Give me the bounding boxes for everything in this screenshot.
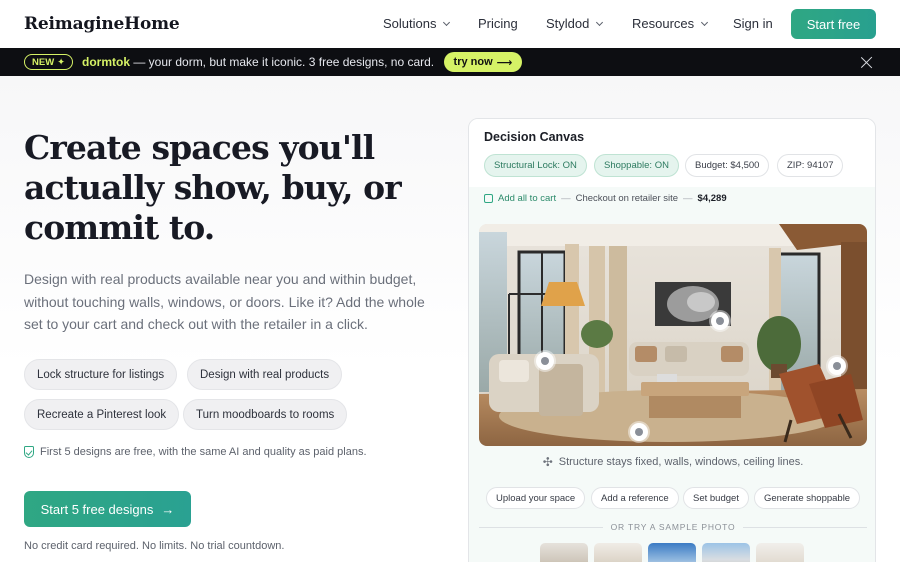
room-render-image[interactable]	[479, 224, 867, 446]
hero-headline: Create spaces you'll actually show, buy,…	[24, 128, 402, 247]
cta-label: Start 5 free designs	[40, 501, 154, 517]
separator: —	[683, 193, 693, 204]
cart-row: Add all to cart — Checkout on retailer s…	[484, 193, 727, 204]
pill-lock-structure[interactable]: Lock structure for listings	[24, 359, 178, 390]
close-icon[interactable]	[860, 56, 873, 69]
divider-line	[479, 526, 603, 528]
chip-budget[interactable]: Budget: $4,500	[685, 154, 770, 177]
start-free-designs-button[interactable]: Start 5 free designs →	[24, 491, 191, 527]
new-badge-label: NEW	[32, 56, 55, 68]
sample-photo-divider: OR TRY A SAMPLE PHOTO	[479, 521, 868, 533]
nav-resources[interactable]: Resources	[632, 16, 709, 31]
banner-message: dormtok — your dorm, but make it iconic.…	[82, 55, 434, 69]
banner-text: — your dorm, but make it iconic. 3 free …	[130, 55, 435, 69]
living-room-illustration	[479, 224, 867, 446]
banner-brand: dormtok	[82, 55, 130, 69]
chip-structural-lock[interactable]: Structural Lock: ON	[484, 154, 587, 177]
cart-total: $4,289	[697, 193, 727, 204]
start-free-button[interactable]: Start free	[791, 9, 876, 39]
no-credit-card-note: No credit card required. No limits. No t…	[24, 540, 285, 552]
chevron-down-icon	[443, 18, 451, 26]
chip-shoppable[interactable]: Shoppable: ON	[594, 154, 679, 177]
arrow-right-icon: →	[161, 501, 175, 517]
sample-photo-thumb[interactable]	[540, 543, 588, 562]
arrow-right-icon: ⟶	[496, 56, 513, 69]
try-now-label: try now	[453, 56, 493, 68]
chevron-down-icon	[701, 18, 709, 26]
chevron-down-icon	[596, 18, 604, 26]
product-hotspot[interactable]	[828, 357, 846, 375]
product-hotspot[interactable]	[536, 352, 554, 370]
nav-solutions-label: Solutions	[383, 16, 437, 31]
top-nav: ReimagineHome Solutions Pricing Styldod …	[0, 0, 900, 48]
generate-shoppable-button[interactable]: Generate shoppable	[754, 487, 861, 509]
sign-in-label: Sign in	[733, 16, 773, 31]
decision-canvas-card: Decision Canvas Structural Lock: ON Shop…	[468, 118, 876, 562]
sample-photo-thumb[interactable]	[648, 543, 696, 562]
pill-pinterest-look[interactable]: Recreate a Pinterest look	[24, 399, 180, 430]
pill-moodboards[interactable]: Turn moodboards to rooms	[183, 399, 348, 430]
nav-resources-label: Resources	[632, 16, 695, 31]
structure-note: ✣ Structure stays fixed, walls, windows,…	[469, 455, 875, 469]
nav-pricing-label: Pricing	[478, 16, 518, 31]
nav-solutions[interactable]: Solutions	[383, 16, 451, 31]
upload-space-button[interactable]: Upload your space	[486, 487, 586, 509]
sample-photo-thumb[interactable]	[594, 543, 642, 562]
add-reference-button[interactable]: Add a reference	[591, 487, 679, 509]
sparkle-icon: ✣	[542, 455, 553, 469]
sample-photo-thumb[interactable]	[702, 543, 750, 562]
nav-pricing[interactable]: Pricing	[478, 16, 518, 31]
product-hotspot[interactable]	[711, 312, 729, 330]
try-now-button[interactable]: try now ⟶	[444, 52, 522, 72]
nav-styldod-label: Styldod	[546, 16, 590, 31]
sample-photo-thumb[interactable]	[756, 543, 804, 562]
promo-banner: NEW ✦ dormtok — your dorm, but make it i…	[0, 48, 900, 76]
sign-in-link[interactable]: Sign in	[733, 16, 773, 31]
pill-real-products[interactable]: Design with real products	[187, 359, 343, 390]
sparkle-icon: ✦	[57, 56, 66, 68]
nav-styldod[interactable]: Styldod	[546, 16, 604, 31]
canvas-title: Decision Canvas	[484, 130, 585, 144]
cart-icon	[484, 194, 493, 203]
chip-zip[interactable]: ZIP: 94107	[777, 154, 844, 177]
separator: —	[561, 193, 571, 204]
add-all-to-cart-link[interactable]: Add all to cart	[498, 193, 556, 204]
new-badge: NEW ✦	[24, 54, 74, 70]
divider-line	[743, 526, 868, 528]
logo[interactable]: ReimagineHome	[24, 14, 180, 34]
checkout-label[interactable]: Checkout on retailer site	[576, 193, 678, 204]
or-try-sample-label: OR TRY A SAMPLE PHOTO	[610, 522, 736, 532]
product-hotspot[interactable]	[630, 423, 648, 441]
free-designs-note: First 5 designs are free, with the same …	[24, 446, 367, 458]
set-budget-button[interactable]: Set budget	[683, 487, 749, 509]
hero-subtext: Design with real products available near…	[24, 271, 425, 332]
structure-note-text: Structure stays fixed, walls, windows, c…	[558, 456, 804, 468]
free-note-text: First 5 designs are free, with the same …	[40, 446, 367, 458]
shield-check-icon	[24, 446, 34, 458]
